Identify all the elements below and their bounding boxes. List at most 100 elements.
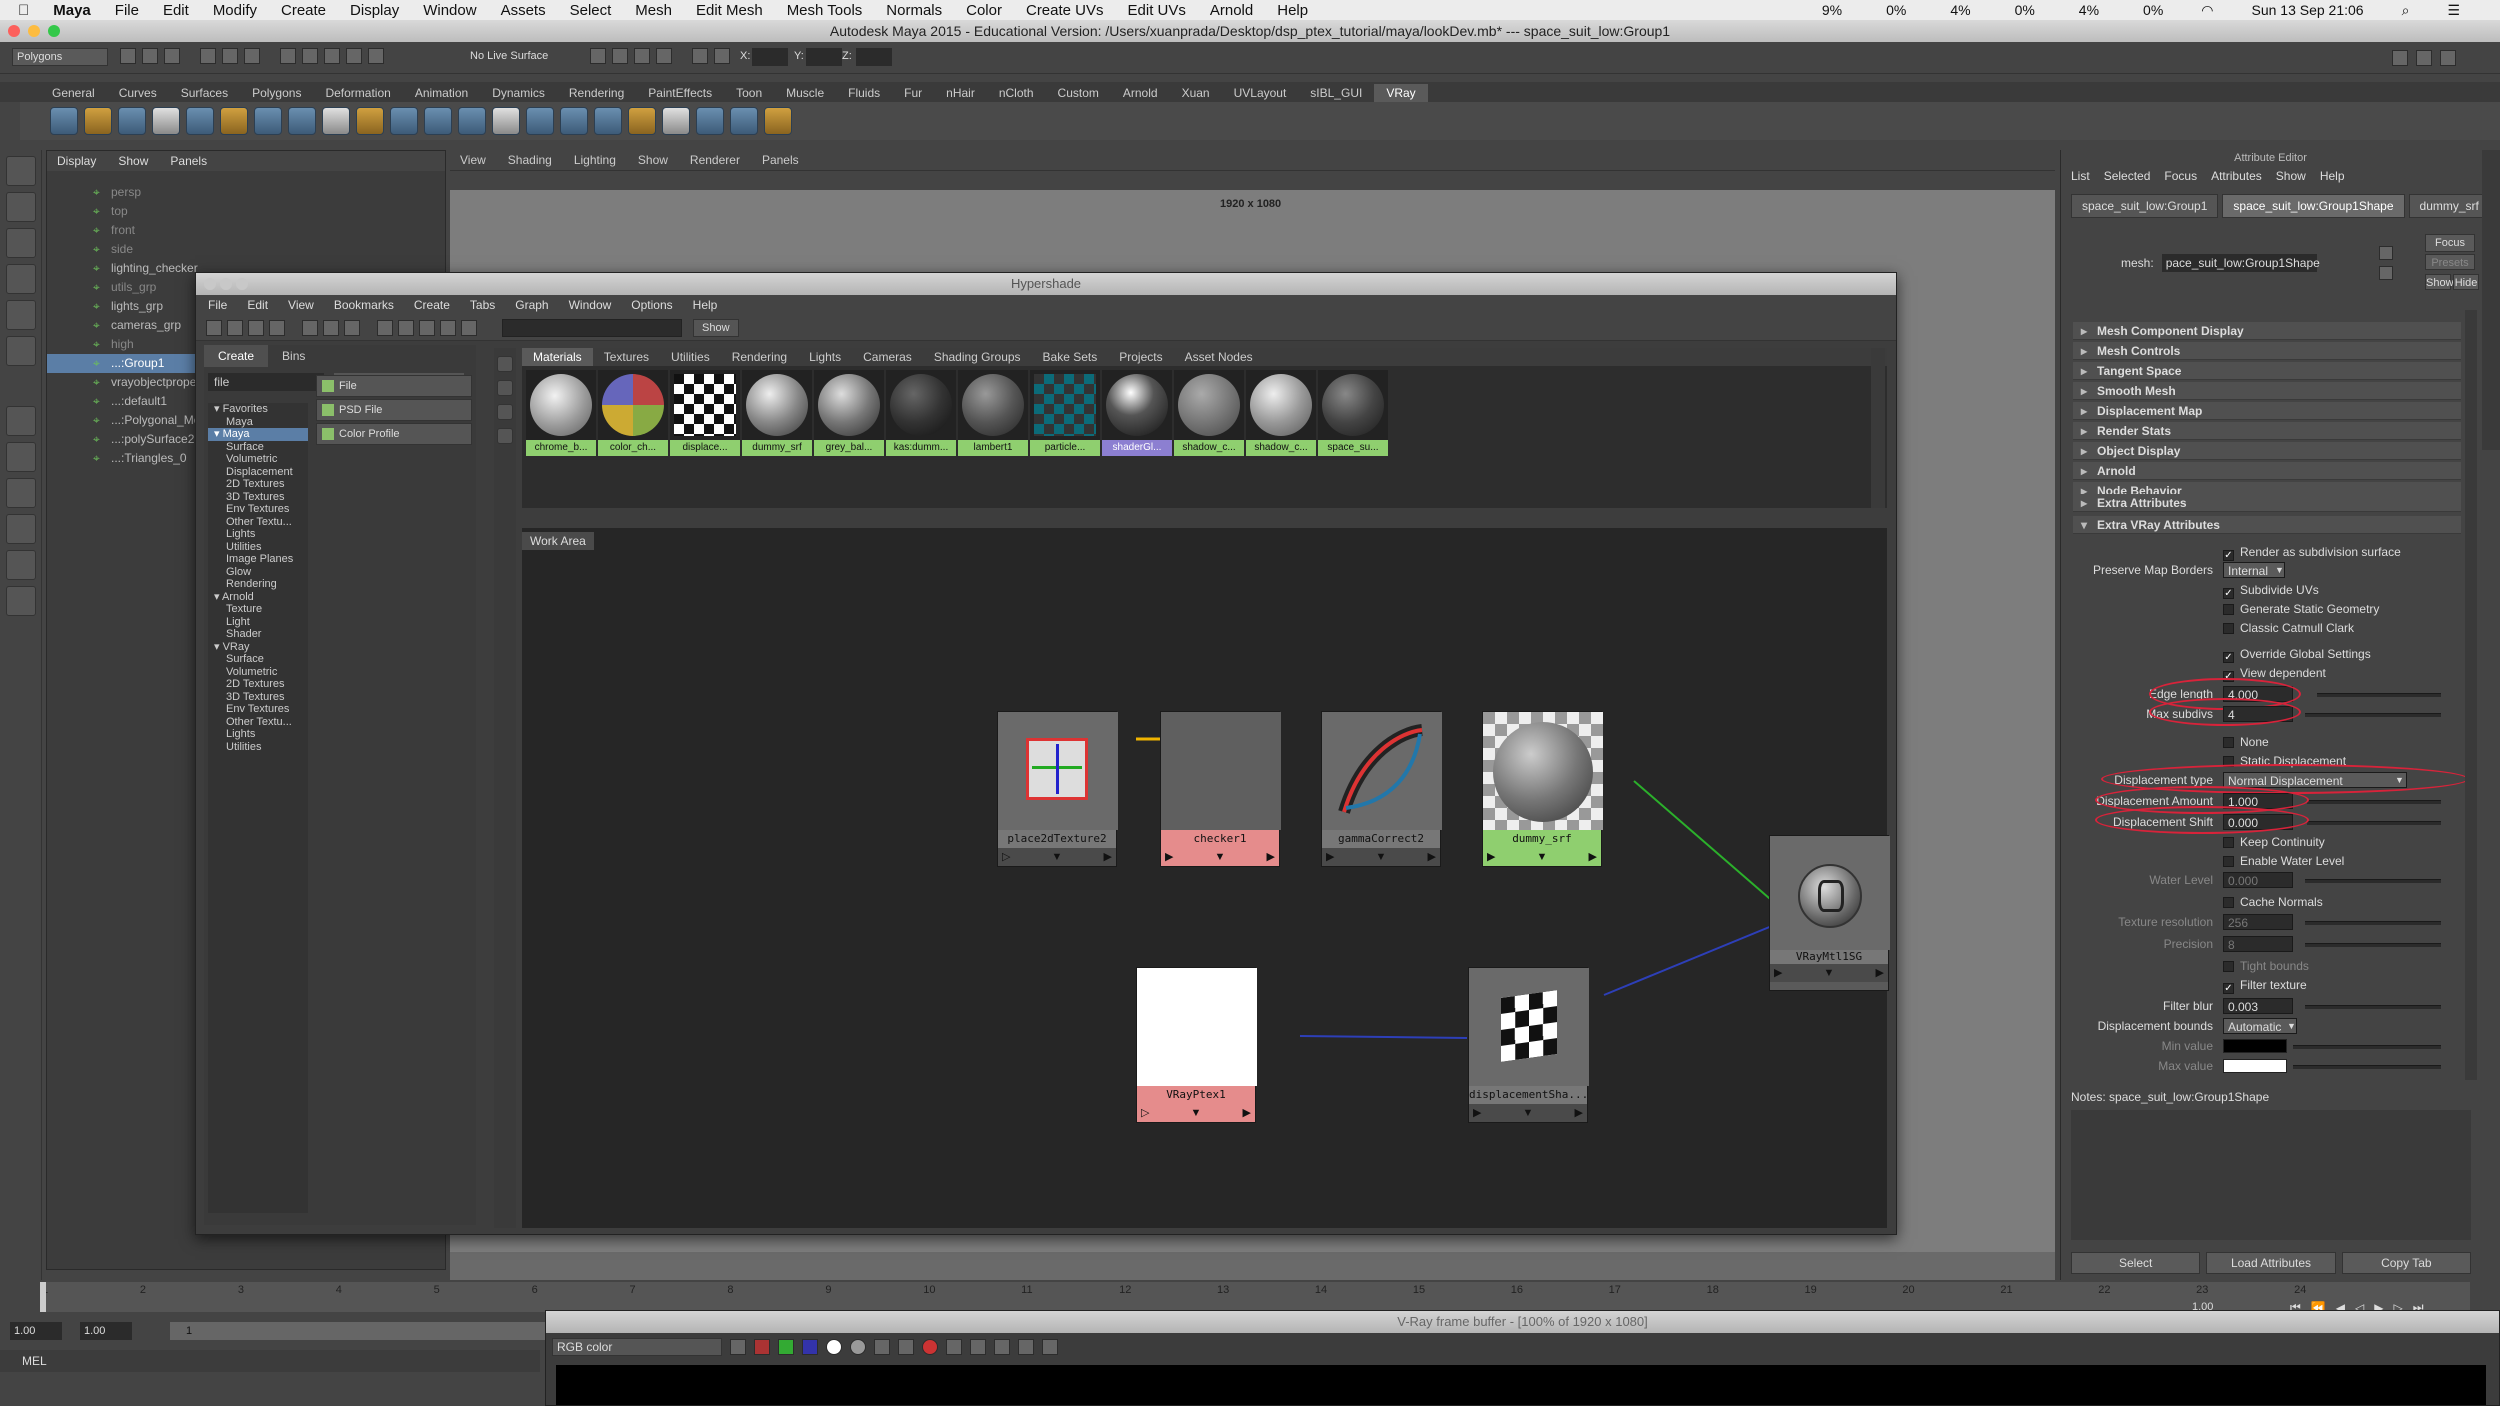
output-port-icon[interactable]: ▶ (1575, 1104, 1583, 1122)
node-type-psd-file[interactable]: PSD File (316, 399, 472, 421)
tight-bounds-checkbox[interactable]: Tight bounds (2223, 958, 2309, 974)
output-port-icon[interactable]: ▶ (1243, 1104, 1251, 1122)
material-swatch[interactable]: lambert1 (958, 370, 1028, 456)
category-item[interactable]: ▾ Favorites (208, 403, 308, 416)
vfb-channel-dropdown[interactable]: RGB color (552, 1338, 722, 1356)
hs-menu-options[interactable]: Options (631, 298, 672, 312)
expand-icon[interactable]: ▼ (1376, 848, 1387, 866)
mode-dropdown[interactable]: Polygons (12, 48, 108, 66)
vray-shelf-tool-icon[interactable] (730, 107, 758, 135)
graph-io-icon[interactable] (323, 319, 339, 336)
hs-menu-graph[interactable]: Graph (515, 298, 548, 312)
category-item[interactable]: Maya (208, 416, 308, 429)
move-tool-icon[interactable] (5, 264, 36, 294)
ipr-icon[interactable] (634, 48, 650, 64)
vray-shelf-tool-icon[interactable] (186, 107, 214, 135)
vfb-region-icon[interactable] (970, 1339, 986, 1355)
hs-zoom-button[interactable] (236, 278, 248, 290)
copy-tab-button[interactable]: Copy Tab (2341, 1252, 2471, 1274)
category-item[interactable]: Surface (208, 441, 308, 454)
enable-water-checkbox[interactable]: Enable Water Level (2223, 853, 2344, 869)
attribute-scrollbar[interactable] (2465, 310, 2477, 1080)
material-swatch[interactable]: dummy_srf (742, 370, 812, 456)
work-area[interactable] (522, 528, 1887, 1228)
hs-minimize-button[interactable] (220, 278, 232, 290)
category-item[interactable]: ▾ Maya (208, 428, 308, 441)
category-item[interactable]: Light (208, 616, 308, 629)
vfb-render-icon[interactable] (946, 1339, 962, 1355)
tex-res-slider[interactable] (2305, 921, 2441, 925)
hs-close-button[interactable] (204, 278, 216, 290)
notes-field[interactable] (2071, 1110, 2471, 1240)
category-item[interactable]: Texture (208, 603, 308, 616)
load-attributes-button[interactable]: Load Attributes (2206, 1252, 2336, 1274)
render-view-icon[interactable] (590, 48, 606, 64)
vfb-mono-icon[interactable] (850, 1339, 866, 1355)
input-port-icon[interactable]: ▶ (1473, 1104, 1481, 1122)
input-mode-icon[interactable] (692, 48, 708, 64)
hs-menu-view[interactable]: View (288, 298, 314, 312)
hs-side-icon-3[interactable] (497, 404, 513, 420)
category-item[interactable]: ▾ VRay (208, 641, 308, 654)
shelf-tab-uvlayout[interactable]: UVLayout (1222, 84, 1299, 102)
attr-menu-show[interactable]: Show (2276, 169, 2306, 183)
shelf-tab-sibl-gui[interactable]: sIBL_GUI (1298, 84, 1374, 102)
mac-menu-edit-mesh[interactable]: Edit Mesh (696, 2, 763, 19)
z-field[interactable] (856, 48, 892, 66)
attr-menu-focus[interactable]: Focus (2164, 169, 2197, 183)
render-settings-icon[interactable] (656, 48, 672, 64)
focus-button[interactable]: Focus (2425, 234, 2475, 252)
mac-menu-create-uvs[interactable]: Create UVs (1026, 2, 1104, 19)
category-item[interactable]: Other Textu... (208, 516, 308, 529)
shelf-tab-fluids[interactable]: Fluids (836, 84, 892, 102)
max-value-swatch[interactable] (2223, 1059, 2287, 1073)
category-item[interactable]: Displacement (208, 466, 308, 479)
vray-shelf-tool-icon[interactable] (220, 107, 248, 135)
expand-icon[interactable]: ▼ (1191, 1104, 1202, 1122)
remove-icon[interactable] (440, 319, 456, 336)
render-frame-icon[interactable] (612, 48, 628, 64)
outliner-item[interactable]: ⌖ top (47, 202, 445, 221)
hs-side-icon-1[interactable] (497, 356, 513, 372)
graph-input-icon[interactable] (302, 319, 318, 336)
tab-asset-nodes[interactable]: Asset Nodes (1174, 348, 1264, 366)
node-type-file[interactable]: File (316, 375, 472, 397)
apple-icon[interactable]:  (18, 2, 29, 19)
generate-static-checkbox[interactable]: Generate Static Geometry (2223, 601, 2379, 617)
category-item[interactable]: 3D Textures (208, 691, 308, 704)
min-value-slider[interactable] (2293, 1045, 2441, 1049)
input-port-icon[interactable]: ▶ (1774, 964, 1782, 982)
toggle-attr-editor-icon[interactable] (2392, 50, 2408, 66)
vray-shelf-tool-icon[interactable] (662, 107, 690, 135)
graph-output-icon[interactable] (344, 319, 360, 336)
mac-menu-normals[interactable]: Normals (886, 2, 942, 19)
shelf-tab-rendering[interactable]: Rendering (557, 84, 636, 102)
outliner-item[interactable]: ⌖ front (47, 221, 445, 240)
bottom-tabs-icon[interactable] (248, 319, 264, 336)
material-swatch[interactable]: space_su... (1318, 370, 1388, 456)
select-hierarchy-icon[interactable] (200, 48, 216, 64)
mac-menu-display[interactable]: Display (350, 2, 399, 19)
outliner-menu-display[interactable]: Display (57, 154, 96, 168)
select-tool-icon[interactable] (5, 156, 36, 186)
search-icon[interactable]: ⌕ (2402, 2, 2410, 19)
playback-start-field[interactable]: 1.00 (80, 1322, 132, 1340)
layout-two-icon[interactable] (5, 478, 36, 508)
category-item[interactable]: Env Textures (208, 703, 308, 716)
tab-create[interactable]: Create (204, 345, 269, 367)
input-port-icon[interactable]: ▷ (1141, 1104, 1149, 1122)
vray-shelf-tool-icon[interactable] (356, 107, 384, 135)
vfb-load-icon[interactable] (898, 1339, 914, 1355)
snap-curve-icon[interactable] (302, 48, 318, 64)
category-item[interactable]: Lights (208, 728, 308, 741)
y-field[interactable] (806, 48, 842, 66)
vfb-history-icon[interactable] (1042, 1339, 1058, 1355)
disp-amount-slider[interactable] (2307, 800, 2441, 804)
precision-slider[interactable] (2305, 943, 2441, 947)
rotate-tool-icon[interactable] (5, 300, 36, 330)
output-port-icon[interactable]: ▶ (1267, 848, 1275, 866)
vray-shelf-tool-icon[interactable] (50, 107, 78, 135)
top-tabs-icon[interactable] (227, 319, 243, 336)
mac-menu-edit-uvs[interactable]: Edit UVs (1128, 2, 1186, 19)
filter-blur-slider[interactable] (2305, 1005, 2441, 1009)
